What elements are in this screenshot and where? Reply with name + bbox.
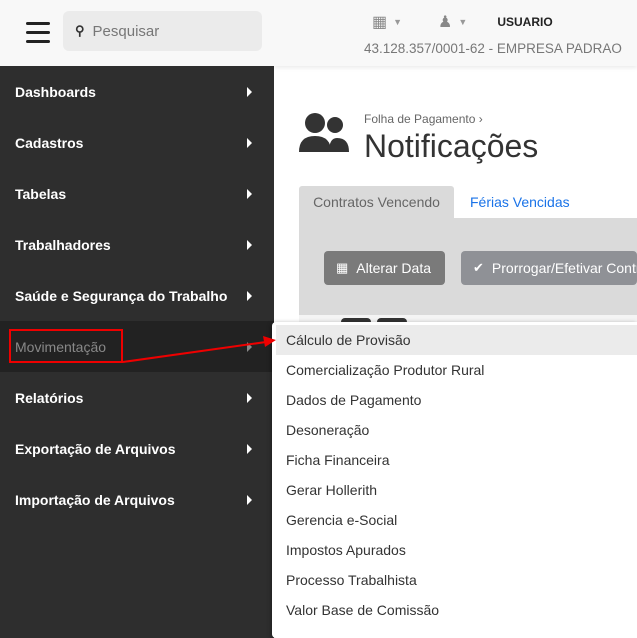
sidebar-item-saude[interactable]: Saúde e Segurança do Trabalho [0, 270, 274, 321]
sidebar-item-exportacao[interactable]: Exportação de Arquivos [0, 423, 274, 474]
breadcrumb[interactable]: Folha de Pagamento › [364, 112, 483, 126]
sidebar-item-importacao[interactable]: Importação de Arquivos [0, 474, 274, 525]
caret-right-icon [247, 392, 252, 403]
header: ▦ ▼ ♟ ▼ USUARIO 43.128.357/0001-62 - EMPRE… [274, 0, 637, 66]
sidebar-item-label: Tabelas [15, 185, 67, 202]
sidebar-item-tabelas[interactable]: Tabelas [0, 168, 274, 219]
hamburger-menu-icon[interactable] [26, 22, 50, 44]
search-placeholder: Pesquisar [92, 22, 160, 40]
top-left-bar: ⚲ Pesquisar [0, 0, 274, 66]
sidebar-item-label: Dashboards [15, 83, 96, 100]
menu-item-gerar-hollerith[interactable]: Gerar Hollerith [272, 475, 637, 505]
check-icon: ✔ [473, 260, 484, 275]
caret-right-icon [247, 86, 252, 97]
sidebar-item-relatorios[interactable]: Relatórios [0, 372, 274, 423]
sidebar-item-dashboards[interactable]: Dashboards [0, 66, 274, 117]
sidebar-item-cadastros[interactable]: Cadastros [0, 117, 274, 168]
menu-item-calculo-provisao[interactable]: Cálculo de Provisão [276, 325, 637, 355]
menu-item-processo-trabalhista[interactable]: Processo Trabalhista [272, 565, 637, 595]
tab-contratos-vencendo[interactable]: Contratos Vencendo [299, 186, 454, 218]
menu-item-desoneracao[interactable]: Desoneração [272, 415, 637, 445]
caret-right-icon [247, 443, 252, 454]
submenu-movimentacao: Cálculo de Provisão Comercialização Prod… [272, 322, 637, 638]
alterar-data-button[interactable]: ▦ Alterar Data [324, 251, 445, 285]
highlight-box [9, 329, 123, 363]
menu-item-gerencia-esocial[interactable]: Gerencia e-Social [272, 505, 637, 535]
users-icon [299, 112, 351, 163]
breadcrumb-item[interactable]: Folha de Pagamento [364, 112, 475, 126]
menu-item-valor-base-comissao[interactable]: Valor Base de Comissão [272, 595, 637, 625]
sidebar-item-label: Exportação de Arquivos [15, 440, 176, 457]
tab-ferias-vencidas[interactable]: Férias Vencidas [470, 186, 570, 218]
caret-right-icon [247, 137, 252, 148]
calendar-icon: ▦ [336, 260, 349, 275]
chevron-down-icon[interactable]: ▼ [458, 17, 467, 27]
caret-right-icon [247, 341, 252, 352]
username[interactable]: USUARIO [497, 15, 552, 29]
menu-item-ficha-financeira[interactable]: Ficha Financeira [272, 445, 637, 475]
sidebar-item-trabalhadores[interactable]: Trabalhadores [0, 219, 274, 270]
sidebar-item-label: Relatórios [15, 389, 84, 406]
prorrogar-button[interactable]: ✔ Prorrogar/Efetivar Contratos [461, 251, 637, 285]
search-input[interactable]: ⚲ Pesquisar [63, 11, 262, 51]
company-label: 43.128.357/0001-62 - EMPRESA PADRAO [364, 41, 622, 56]
menu-item-comercializacao[interactable]: Comercialização Produtor Rural [272, 355, 637, 385]
menu-item-impostos-apurados[interactable]: Impostos Apurados [272, 535, 637, 565]
search-icon: ⚲ [75, 23, 85, 38]
caret-right-icon [247, 188, 252, 199]
chevron-right-icon: › [478, 112, 483, 126]
chevron-down-icon[interactable]: ▼ [393, 17, 402, 27]
sidebar-item-label: Cadastros [15, 134, 84, 151]
sidebar-item-label: Trabalhadores [15, 236, 111, 253]
sidebar-item-label: Importação de Arquivos [15, 491, 175, 508]
page-title: Notificações [364, 128, 539, 164]
sidebar-item-label: Saúde e Segurança do Trabalho [15, 287, 228, 304]
button-label: Prorrogar/Efetivar Contratos [491, 260, 637, 276]
building-icon[interactable]: ▦ [372, 12, 387, 32]
caret-right-icon [247, 239, 252, 250]
menu-item-dados-pagamento[interactable]: Dados de Pagamento [272, 385, 637, 415]
user-icon[interactable]: ♟ [438, 12, 452, 32]
button-label: Alterar Data [356, 260, 431, 276]
caret-right-icon [247, 290, 252, 301]
caret-right-icon [247, 494, 252, 505]
